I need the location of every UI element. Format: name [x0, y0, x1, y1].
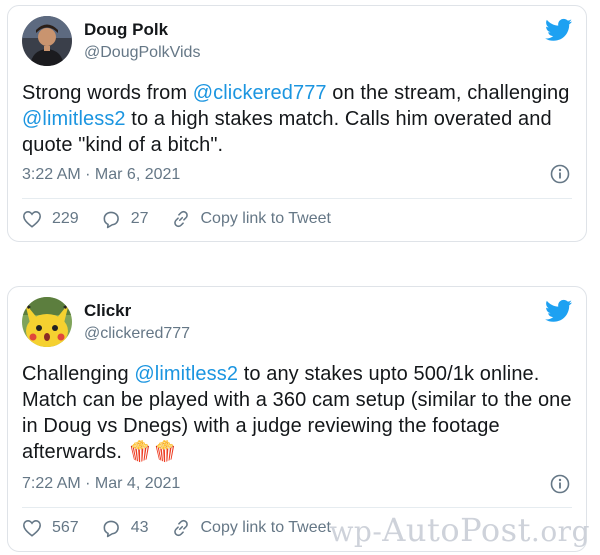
text-segment: Challenging [22, 363, 135, 385]
action-bar: 229 27 Copy link to Tweet [22, 206, 572, 232]
reply-icon [103, 520, 119, 537]
copy-link-button[interactable]: Copy link to Tweet [171, 518, 331, 538]
info-icon[interactable] [550, 474, 570, 494]
divider [22, 507, 572, 508]
mention-link[interactable]: @clickered777 [193, 82, 327, 104]
avatar[interactable] [22, 16, 72, 66]
link-icon [173, 210, 188, 228]
reply-icon [103, 211, 119, 228]
display-name[interactable]: Clickr [84, 301, 131, 321]
watermark-text: wp- [329, 515, 383, 548]
person-avatar-icon [22, 16, 72, 66]
mention-link[interactable]: @limitless2 [134, 363, 238, 385]
heart-icon [23, 520, 41, 537]
watermark-text: .org [530, 515, 590, 548]
like-count: 229 [52, 210, 79, 227]
timestamp[interactable]: 3:22 AM · Mar 6, 2021 [22, 166, 180, 184]
like-button[interactable]: 567 [22, 519, 79, 537]
heart-icon [23, 211, 41, 228]
text-segment: on the stream, challenging [326, 82, 570, 104]
tweet-card[interactable]: Doug Polk @DougPolkVids Strong words fro… [7, 5, 587, 242]
copy-link-label: Copy link to Tweet [200, 210, 331, 227]
like-count: 567 [52, 519, 79, 536]
display-name[interactable]: Doug Polk [84, 20, 168, 40]
like-button[interactable]: 229 [22, 210, 79, 228]
link-icon [173, 519, 188, 537]
reply-button[interactable]: 43 [101, 519, 149, 538]
avatar[interactable] [22, 297, 72, 347]
reply-count: 43 [130, 519, 149, 536]
pikachu-avatar-icon [22, 297, 72, 347]
watermark-text: AutoPost [382, 511, 531, 549]
tweet-text: Strong words from @clickered777 on the s… [22, 80, 582, 158]
reply-count: 27 [130, 210, 149, 227]
mention-link[interactable]: @limitless2 [22, 108, 126, 130]
popcorn-emoji: 🍿🍿 [127, 441, 178, 463]
tweet-text: Challenging @limitless2 to any stakes up… [22, 361, 582, 465]
watermark: wp-AutoPost.org [329, 511, 590, 549]
copy-link-button[interactable]: Copy link to Tweet [171, 209, 331, 229]
text-segment: Strong words from [22, 82, 193, 104]
copy-link-label: Copy link to Tweet [200, 519, 331, 536]
timestamp[interactable]: 7:22 AM · Mar 4, 2021 [22, 475, 180, 493]
user-handle[interactable]: @DougPolkVids [84, 44, 200, 62]
twitter-bird-icon[interactable] [545, 18, 572, 42]
reply-button[interactable]: 27 [101, 210, 149, 229]
user-handle[interactable]: @clickered777 [84, 325, 190, 343]
divider [22, 198, 572, 199]
twitter-bird-icon[interactable] [545, 299, 572, 323]
info-icon[interactable] [550, 164, 570, 184]
